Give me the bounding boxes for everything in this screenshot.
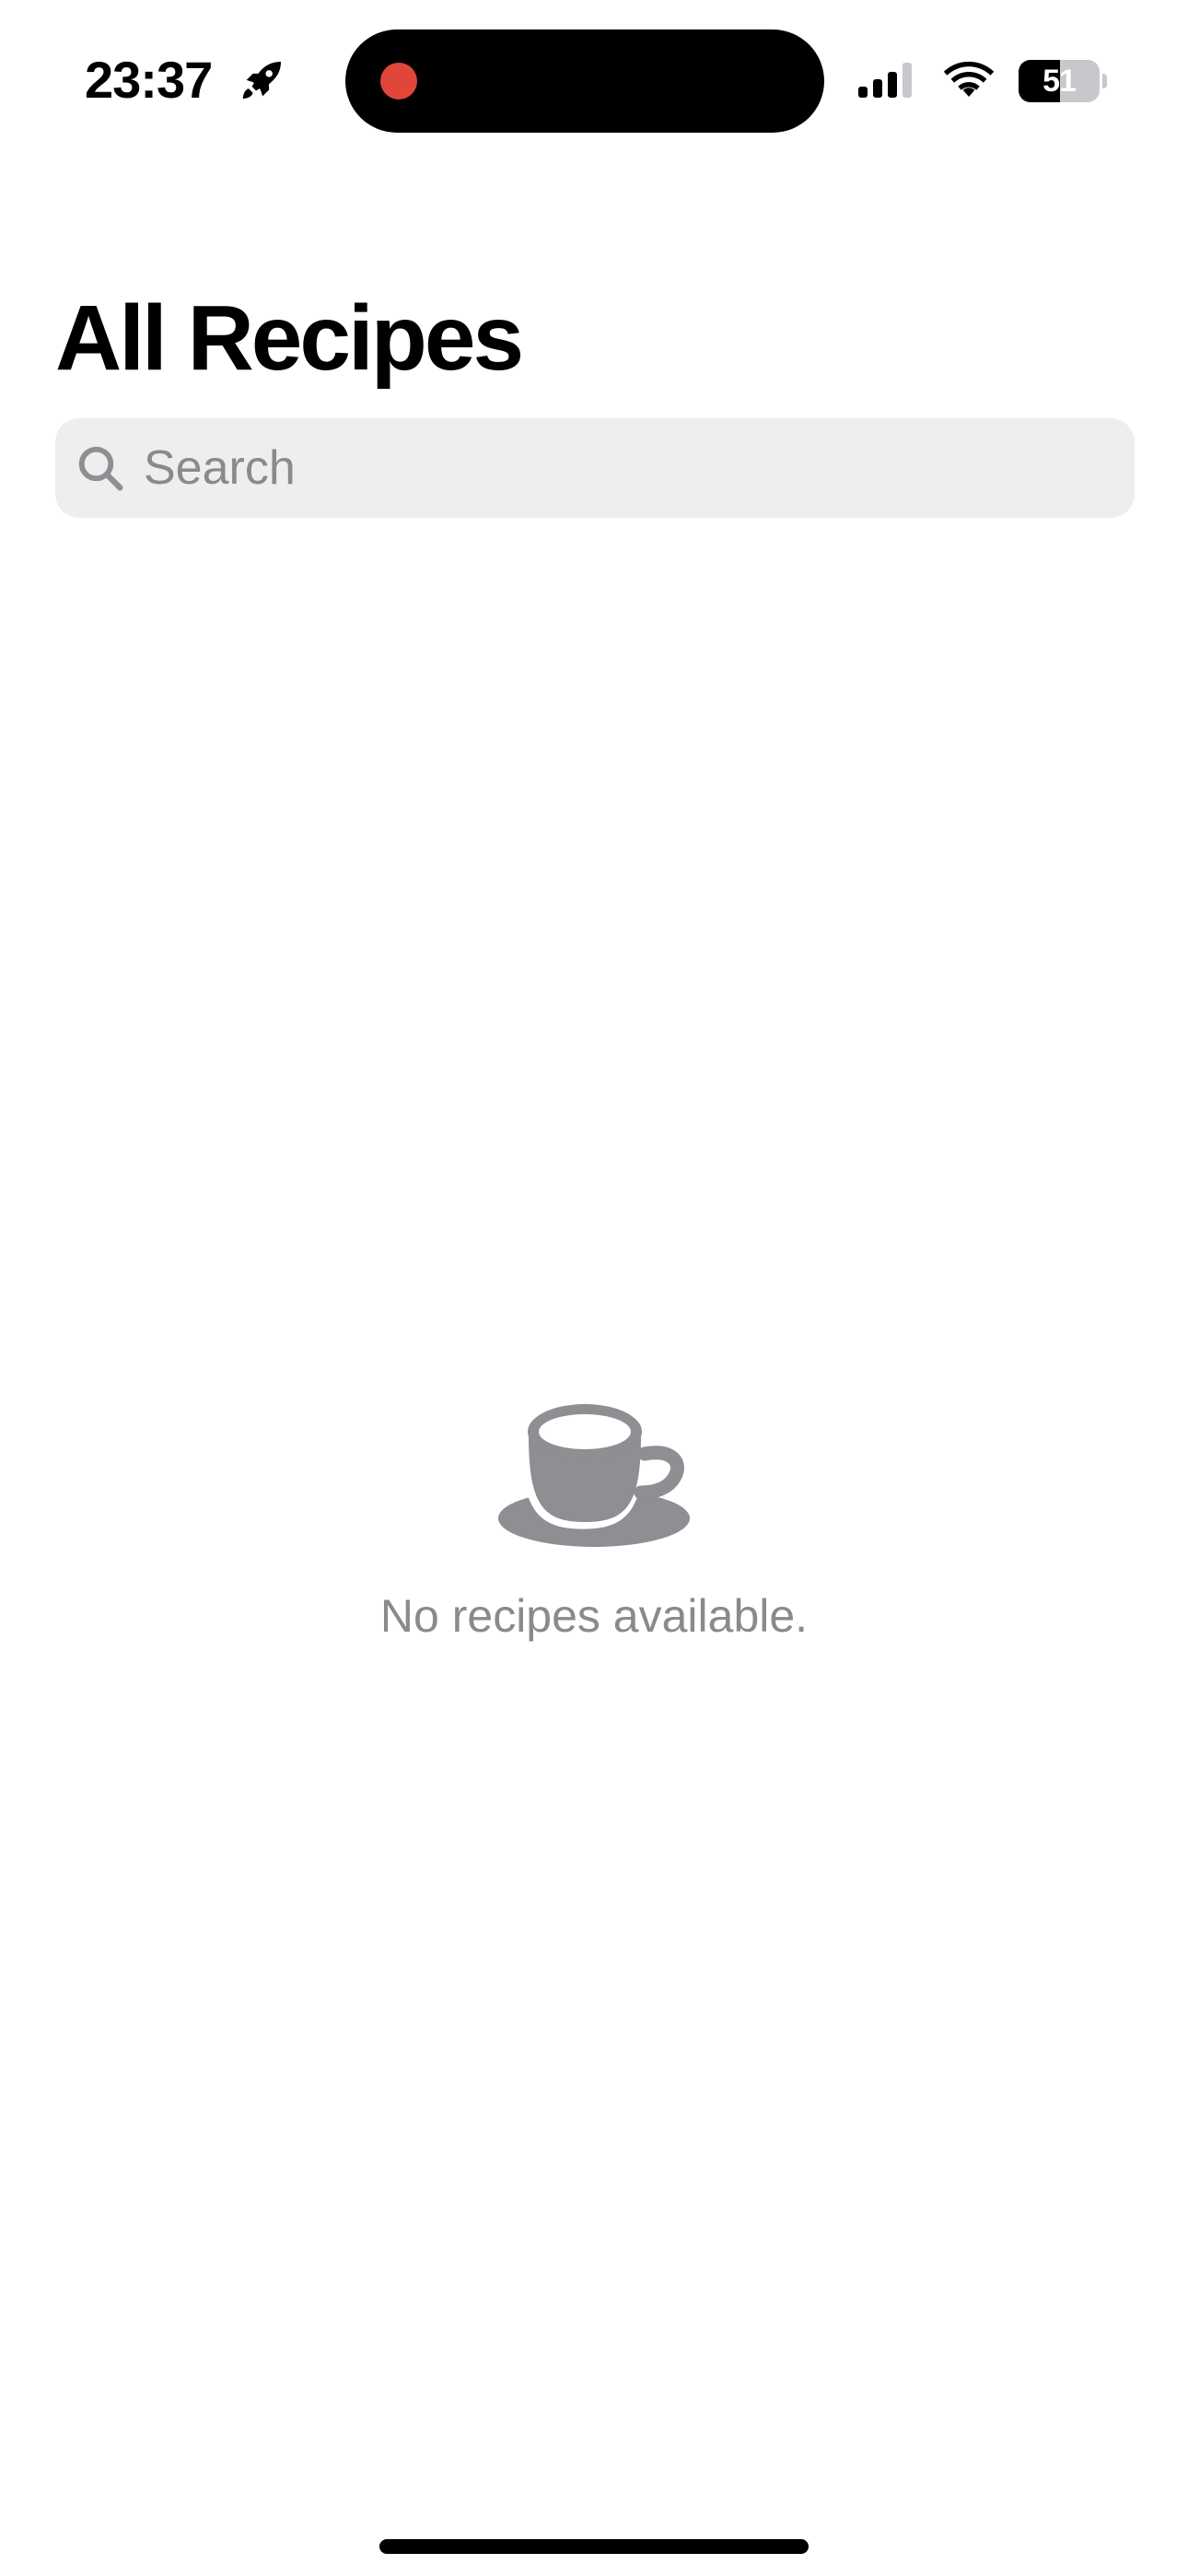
- battery-tip: [1102, 74, 1107, 88]
- rocket-icon: [242, 62, 281, 100]
- empty-message: No recipes available.: [379, 1590, 809, 1642]
- status-time: 23:37: [85, 51, 213, 109]
- search-bar[interactable]: [55, 418, 1135, 518]
- page-title: All Recipes: [55, 287, 524, 390]
- search-input[interactable]: [144, 418, 1111, 518]
- battery-percent: 51: [1042, 64, 1077, 99]
- empty-state: No recipes available.: [0, 1400, 1188, 1645]
- status-bar: 23:37 51: [0, 0, 1188, 157]
- battery-icon: 51: [1019, 60, 1107, 102]
- dynamic-island: [345, 29, 824, 133]
- status-indicators: 51: [856, 55, 1107, 107]
- coffee-cup-icon: [498, 1404, 690, 1547]
- recording-indicator-icon: [380, 63, 417, 100]
- magnifying-glass-icon: [78, 446, 123, 491]
- wifi-icon: [943, 61, 995, 97]
- home-indicator[interactable]: [379, 2539, 809, 2554]
- cellular-signal-icon: [858, 63, 912, 98]
